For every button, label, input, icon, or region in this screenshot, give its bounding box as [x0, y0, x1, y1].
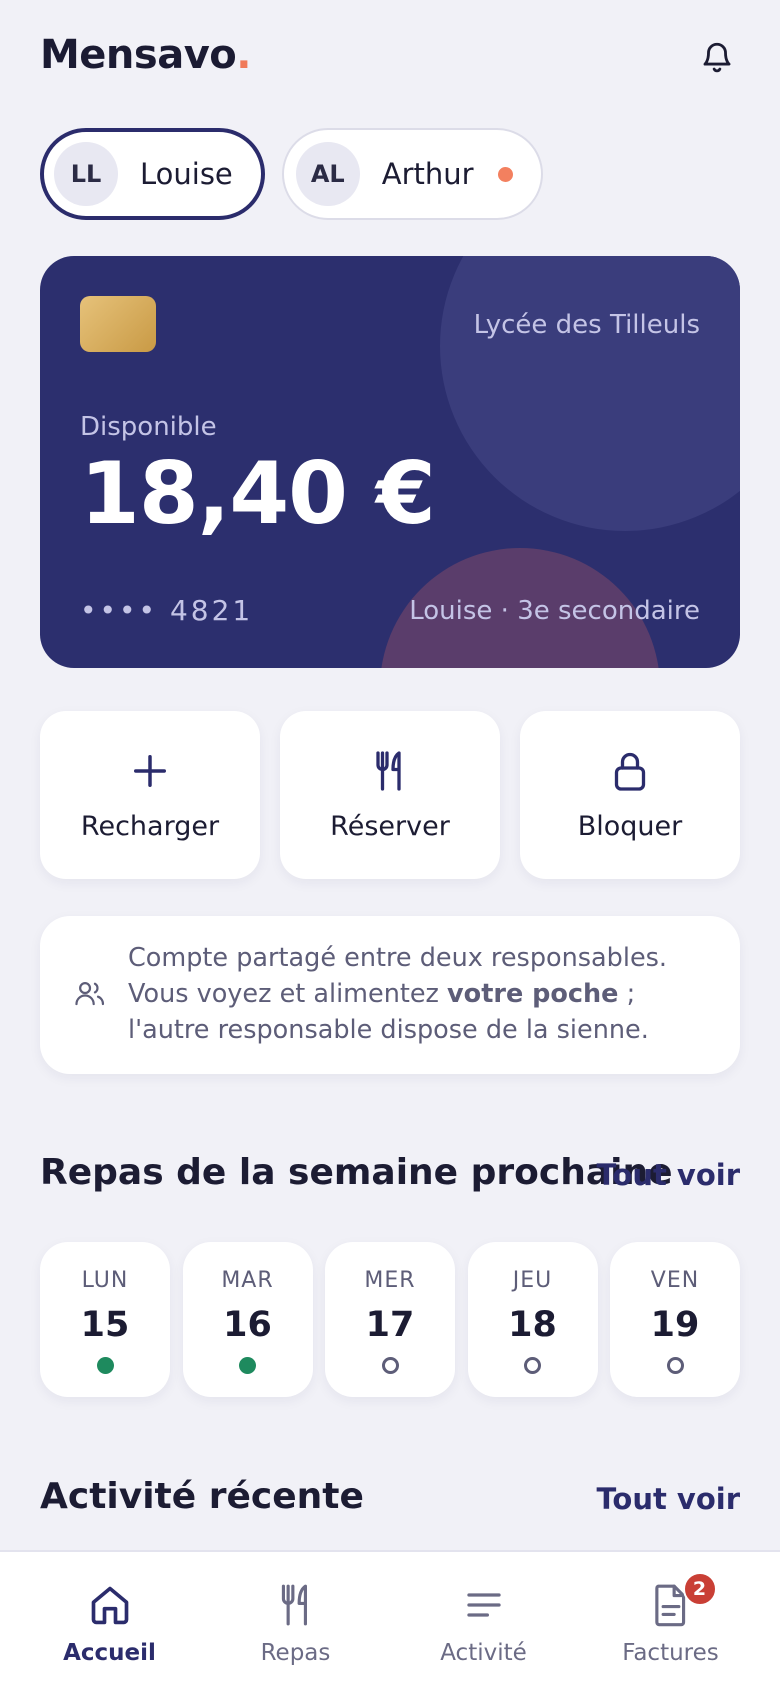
nav-label: Accueil	[63, 1640, 156, 1666]
day-card-tue[interactable]: MAR 16	[182, 1242, 313, 1397]
meal-booked-indicator	[96, 1357, 114, 1374]
activity-section-title: Activité récente	[40, 1476, 364, 1517]
day-number: 18	[508, 1305, 557, 1345]
child-name: Arthur	[381, 157, 474, 191]
nav-meals[interactable]: Repas	[198, 1552, 393, 1688]
notice-emphasis: votre poche	[447, 979, 619, 1009]
day-name: LUN	[81, 1268, 129, 1293]
meals-see-all-link[interactable]: Tout voir	[596, 1158, 740, 1192]
bell-icon	[703, 42, 731, 73]
logo-dot: .	[236, 32, 251, 78]
fork-knife-icon	[376, 750, 401, 791]
users-icon	[75, 982, 105, 1006]
day-card-thu[interactable]: JEU 18	[467, 1242, 598, 1397]
nav-label: Factures	[622, 1640, 719, 1666]
fork-knife-icon	[281, 1584, 307, 1626]
block-button[interactable]: Bloquer	[520, 711, 740, 879]
avatar: LL	[54, 142, 118, 206]
list-icon	[466, 1593, 501, 1617]
reserve-button[interactable]: Réserver	[280, 711, 500, 879]
card-number: •••• 4821	[80, 594, 254, 627]
notice-text: Compte partagé entre deux responsables. …	[128, 943, 668, 1045]
action-label: Bloquer	[577, 810, 683, 842]
balance-card[interactable]: Lycée des Tilleuls Disponible 18,40 € ••…	[40, 256, 740, 668]
invoice-count-badge: 2	[682, 1572, 717, 1606]
nav-label: Activité	[440, 1640, 527, 1666]
home-icon	[91, 1586, 128, 1625]
day-card-fri[interactable]: VEN 19	[610, 1242, 740, 1397]
meal-open-indicator	[524, 1357, 541, 1374]
day-name: JEU	[512, 1268, 553, 1293]
quick-actions: Recharger Réserver Bloquer	[40, 711, 740, 879]
nav-label: Repas	[260, 1640, 331, 1666]
action-label: Réserver	[330, 810, 450, 842]
balance-amount: 18,40 €	[80, 444, 436, 544]
child-chip-louise[interactable]: LL Louise	[40, 128, 265, 220]
day-number: 16	[223, 1305, 272, 1345]
alert-dot	[497, 166, 513, 182]
recharge-button[interactable]: Recharger	[40, 711, 260, 879]
meals-section-title: Repas de la semaine prochaine	[40, 1152, 673, 1193]
app-header: Mensavo.	[40, 28, 740, 86]
lock-icon	[614, 752, 646, 791]
day-name: MER	[364, 1268, 416, 1293]
app-logo: Mensavo.	[40, 32, 251, 78]
card-holder: Louise · 3e secondaire	[409, 596, 700, 626]
activity-see-all-link[interactable]: Tout voir	[596, 1482, 740, 1516]
day-number: 19	[650, 1305, 700, 1345]
bottom-nav: Accueil Repas Activité 2 Factures	[0, 1550, 780, 1688]
day-name: MAR	[221, 1268, 274, 1293]
app-screen: Mensavo. LL Louise AL Arthur Lycée des T…	[0, 0, 780, 1688]
meal-open-indicator	[381, 1357, 399, 1374]
shared-account-notice: Compte partagé entre deux responsables. …	[40, 916, 740, 1074]
day-number: 17	[365, 1305, 415, 1345]
child-name: Louise	[140, 157, 233, 191]
avatar: AL	[295, 142, 360, 206]
card-chip-icon	[80, 296, 156, 352]
notifications-button[interactable]	[694, 34, 740, 80]
available-label: Disponible	[80, 412, 217, 442]
school-name: Lycée des Tilleuls	[473, 310, 700, 340]
nav-activity[interactable]: Activité	[386, 1552, 581, 1688]
meal-open-indicator	[666, 1357, 684, 1374]
meal-booked-indicator	[239, 1357, 256, 1374]
day-name: VEN	[650, 1268, 700, 1293]
day-number: 15	[80, 1305, 130, 1345]
meal-days: LUN 15 MAR 16 MER 17 JEU 18 VEN 19	[40, 1242, 740, 1397]
day-card-wed[interactable]: MER 17	[325, 1242, 455, 1397]
nav-home[interactable]: Accueil	[12, 1552, 207, 1688]
nav-invoices[interactable]: 2 Factures	[573, 1552, 768, 1688]
action-label: Recharger	[80, 810, 220, 842]
child-switcher: LL Louise AL Arthur	[40, 128, 543, 220]
plus-icon	[134, 754, 166, 787]
child-chip-arthur[interactable]: AL Arthur	[281, 128, 543, 220]
day-card-mon[interactable]: LUN 15	[40, 1242, 170, 1397]
card-decoration	[440, 256, 740, 531]
